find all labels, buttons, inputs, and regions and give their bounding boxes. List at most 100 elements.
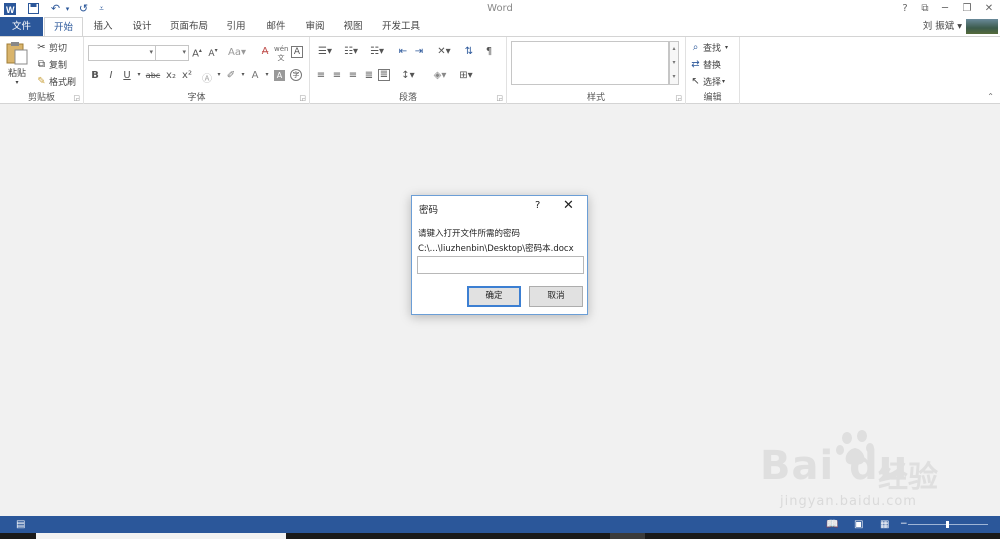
status-bar: ▤ 📖 ▣ ▦ −	[0, 516, 1000, 533]
zoom-out-icon[interactable]: −	[900, 516, 908, 533]
shrink-font-icon[interactable]: A▾	[206, 47, 220, 59]
cancel-button[interactable]: 取消	[529, 286, 583, 307]
show-marks-icon[interactable]: ¶	[482, 46, 496, 57]
font-size-combo[interactable]: ▾	[155, 45, 189, 61]
paste-label: 粘贴	[7, 69, 26, 79]
copy-button[interactable]: ⧉ 复制	[36, 58, 67, 71]
taskbar	[0, 533, 1000, 539]
align-center-icon[interactable]: ≡	[330, 70, 344, 81]
user-account-menu[interactable]: 刘 振斌 ▾	[923, 17, 962, 36]
clipboard-group-label: 剪贴板	[27, 93, 55, 103]
cut-button[interactable]: ✂ 剪切	[36, 41, 67, 54]
tab-mailings[interactable]: 邮件	[259, 17, 293, 36]
tab-review[interactable]: 审阅	[298, 17, 332, 36]
distributed-icon[interactable]: ≣	[378, 69, 390, 81]
decrease-indent-icon[interactable]: ⇤	[396, 46, 410, 57]
align-left-icon[interactable]: ≡	[314, 70, 328, 81]
dialog-close-button[interactable]: ✕	[563, 198, 574, 213]
line-spacing-icon[interactable]: ↕▾	[398, 70, 418, 81]
password-input[interactable]	[417, 256, 584, 274]
multilevel-list-icon[interactable]: ☵▾	[366, 46, 388, 57]
close-window-button[interactable]: ✕	[978, 0, 1000, 17]
paste-button[interactable]: 粘贴 ▾	[6, 41, 28, 86]
macro-record-icon[interactable]: ▤	[16, 516, 25, 533]
scissors-icon: ✂	[37, 42, 46, 53]
clear-formatting-icon[interactable]: A̶	[258, 46, 272, 57]
help-button[interactable]: ?	[894, 0, 916, 17]
styles-gallery[interactable]	[511, 41, 669, 85]
font-dialog-launcher-icon[interactable]: ◲	[299, 94, 306, 102]
zoom-slider-thumb[interactable]	[946, 521, 949, 528]
tab-page-layout[interactable]: 页面布局	[166, 17, 212, 36]
tab-design[interactable]: 设计	[125, 17, 159, 36]
watermark-suffix: 经验	[878, 460, 938, 495]
taskbar-item[interactable]	[610, 533, 645, 539]
styles-gallery-scroll[interactable]: ▴ ▾ ▾	[669, 41, 679, 85]
replace-button[interactable]: ⇄ 替换	[690, 58, 721, 71]
tab-insert[interactable]: 插入	[86, 17, 120, 36]
styles-dialog-launcher-icon[interactable]: ◲	[675, 94, 682, 102]
collapse-ribbon-icon[interactable]: ⌃	[987, 92, 994, 101]
cut-label: 剪切	[49, 44, 68, 54]
align-right-icon[interactable]: ≡	[346, 70, 360, 81]
taskbar-item[interactable]	[36, 533, 286, 539]
font-color-dropdown-icon[interactable]: ▾	[260, 71, 274, 78]
chevron-down-icon: ▾	[149, 48, 153, 56]
print-layout-icon[interactable]: ▣	[854, 516, 863, 533]
bold-button[interactable]: B	[88, 70, 102, 81]
tab-references[interactable]: 引用	[219, 17, 253, 36]
avatar[interactable]	[966, 19, 998, 34]
enclose-characters-icon[interactable]: 字	[290, 69, 302, 81]
copy-label: 复制	[49, 61, 68, 71]
borders-icon[interactable]: ⊞▾	[456, 70, 476, 81]
read-mode-icon[interactable]: 📖	[826, 516, 838, 533]
strikethrough-button[interactable]: abc	[144, 71, 162, 80]
paragraph-dialog-launcher-icon[interactable]: ◲	[496, 94, 503, 102]
styles-group-label: 样式	[586, 93, 605, 103]
font-group-label: 字体	[187, 93, 206, 103]
editing-group: ⌕ 查找 ▾ ⇄ 替换 ↖ 选择 ▾ 编辑	[686, 37, 740, 104]
character-border-icon[interactable]: A	[291, 46, 303, 58]
dialog-help-button[interactable]: ?	[535, 200, 540, 211]
format-painter-label: 格式刷	[49, 78, 77, 88]
ribbon-tabs: 文件 开始 插入 设计 页面布局 引用 邮件 审阅 视图 开发工具 刘 振斌 ▾	[0, 17, 1000, 36]
phonetic-guide-icon[interactable]: wén 文	[274, 45, 288, 63]
bullets-icon[interactable]: ☰▾	[314, 46, 336, 57]
grow-font-icon[interactable]: A▴	[190, 47, 204, 59]
watermark-url: jingyan.baidu.com	[780, 494, 917, 509]
subscript-button[interactable]: x₂	[164, 70, 178, 81]
tab-view[interactable]: 视图	[336, 17, 370, 36]
shading-icon[interactable]: ◈▾	[430, 70, 450, 81]
italic-button[interactable]: I	[104, 70, 118, 81]
app-title: Word	[487, 3, 513, 14]
select-button[interactable]: ↖ 选择 ▾	[690, 75, 725, 88]
increase-indent-icon[interactable]: ⇥	[412, 46, 426, 57]
maximize-button[interactable]: ❐	[956, 0, 978, 17]
find-button[interactable]: ⌕ 查找 ▾	[690, 41, 728, 54]
styles-group: ▴ ▾ ▾ 样式 ◲	[507, 37, 686, 104]
paragraph-group: ☰▾ ☷▾ ☵▾ ⇤ ⇥ ✕▾ ⇅ ¶ ≡ ≡ ≡ ≣ ≣ ↕▾ ◈▾ ⊞▾ 段…	[310, 37, 507, 104]
format-painter-button[interactable]: ✎ 格式刷	[36, 75, 76, 88]
replace-icon: ⇄	[691, 59, 700, 70]
tab-developer[interactable]: 开发工具	[377, 17, 425, 36]
clipboard-dialog-launcher-icon[interactable]: ◲	[73, 94, 80, 102]
character-shading-icon[interactable]: A	[274, 70, 285, 81]
superscript-button[interactable]: x²	[180, 70, 194, 81]
minimize-button[interactable]: ─	[934, 0, 956, 17]
chinese-layout-icon[interactable]: ✕▾	[434, 46, 454, 57]
justify-icon[interactable]: ≣	[362, 70, 376, 81]
numbering-icon[interactable]: ☷▾	[340, 46, 362, 57]
change-case-icon[interactable]: Aa▾	[226, 47, 248, 58]
font-name-combo[interactable]: ▾	[88, 45, 156, 61]
clipboard-group: 粘贴 ▾ ✂ 剪切 ⧉ 复制 ✎ 格式刷 剪贴板 ◲	[0, 37, 84, 104]
editing-group-label: 编辑	[703, 93, 722, 103]
ribbon-display-options-button[interactable]: ⧉	[914, 0, 936, 17]
sort-icon[interactable]: ⇅	[462, 46, 476, 57]
font-group: ▾ ▾ A▴ A▾ Aa▾ A̶ wén 文 A B I U ▾ abc x₂ x…	[84, 37, 310, 104]
dialog-file-path: C:\...\liuzhenbin\Desktop\密码本.docx	[418, 244, 574, 254]
tab-home[interactable]: 开始	[44, 17, 83, 36]
brush-icon: ✎	[37, 76, 46, 87]
ok-button[interactable]: 确定	[467, 286, 521, 307]
tab-file[interactable]: 文件	[0, 17, 43, 36]
web-layout-icon[interactable]: ▦	[880, 516, 889, 533]
